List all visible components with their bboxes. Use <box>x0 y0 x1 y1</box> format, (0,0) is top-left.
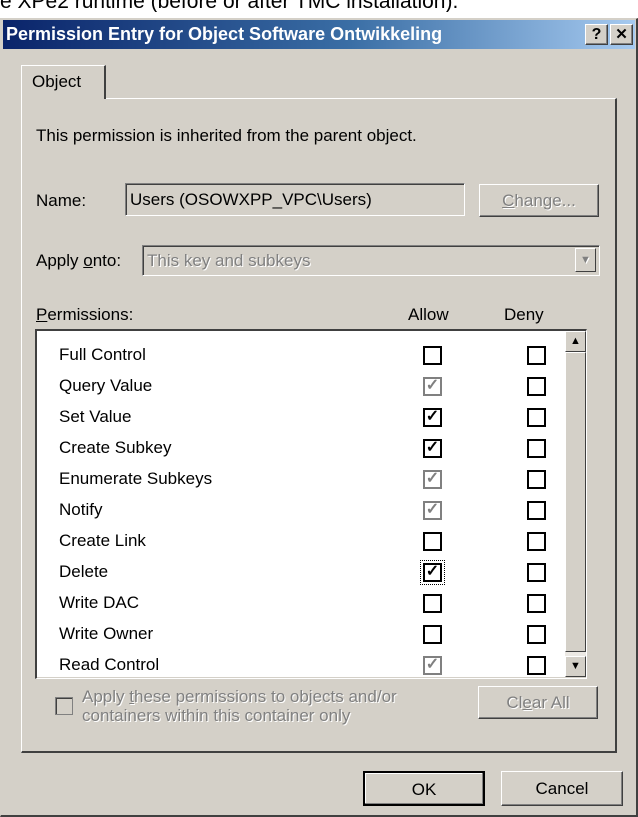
deny-checkbox[interactable] <box>527 346 546 365</box>
permission-name: Enumerate Subkeys <box>59 469 213 488</box>
apply-onto-select[interactable]: This key and subkeys ▼ <box>142 245 600 276</box>
background-document-text: e XPe2 runtime (before or after TMC inst… <box>0 0 459 12</box>
permission-name: Notify <box>59 500 103 519</box>
deny-checkbox[interactable] <box>527 532 546 551</box>
allow-checkbox[interactable] <box>423 594 442 613</box>
apply-label-post: hese permissions to objects and/or <box>133 687 397 706</box>
permission-row: Create Link <box>59 527 546 557</box>
scroll-thumb[interactable] <box>565 352 586 652</box>
permission-name: Query Value <box>59 376 153 395</box>
clear-all-mnemonic: e <box>522 693 532 712</box>
permission-row: Create Subkey ✓ <box>59 434 546 464</box>
permission-name: Delete <box>59 562 109 581</box>
permission-row: Set Value ✓ <box>59 403 546 433</box>
permission-row: Delete ✓ <box>59 558 546 588</box>
name-field: Users (OSOWXPP_VPC\Users) <box>125 183 465 216</box>
allow-checkbox[interactable] <box>423 625 442 644</box>
scroll-down-icon[interactable]: ▼ <box>565 656 586 677</box>
permissions-scrollbar[interactable]: ▲ ▼ <box>565 331 586 677</box>
clear-all-post: ar All <box>531 693 570 712</box>
name-label: Name: <box>36 191 87 210</box>
dialog-title: Permission Entry for Object Software Ont… <box>6 24 443 44</box>
allow-column-header: Allow <box>408 305 449 324</box>
inherited-info-text: This permission is inherited from the pa… <box>36 126 417 145</box>
clear-all-button[interactable]: Clear All <box>478 686 598 719</box>
deny-checkbox[interactable] <box>527 408 546 427</box>
permission-entry-dialog: Permission Entry for Object Software Ont… <box>0 18 638 817</box>
apply-onto-label-pre: Apply <box>36 251 84 270</box>
permission-name: Write Owner <box>59 624 154 643</box>
allow-checkbox[interactable] <box>423 532 442 551</box>
permission-name: Read Control <box>59 655 160 674</box>
ok-button[interactable]: OK <box>363 771 485 806</box>
permissions-list[interactable]: Full Control Query Value ✓ Set Value ✓ Create… <box>35 329 587 679</box>
apply-label-pre: Apply <box>82 687 130 706</box>
scroll-up-icon[interactable]: ▲ <box>565 331 586 352</box>
allow-checkbox[interactable]: ✓ <box>423 501 442 520</box>
allow-checkbox[interactable]: ✓ <box>423 439 442 458</box>
apply-onto-label-post: nto: <box>92 251 122 270</box>
deny-checkbox[interactable] <box>527 656 546 675</box>
permission-name: Write DAC <box>59 593 139 612</box>
permission-name: Create Link <box>59 531 146 550</box>
permissions-header-mnemonic: P <box>36 305 48 324</box>
tab-object[interactable]: Object <box>21 65 106 99</box>
permissions-header: Permissions: <box>36 305 133 325</box>
permissions-header-label: ermissions: <box>47 305 134 324</box>
apply-label-line2: containers within this container only <box>82 706 351 725</box>
deny-checkbox[interactable] <box>527 377 546 396</box>
title-bar[interactable]: Permission Entry for Object Software Ont… <box>3 20 635 49</box>
permission-row: Write DAC <box>59 589 546 619</box>
permission-row: Enumerate Subkeys ✓ <box>59 465 546 495</box>
help-button[interactable]: ? <box>585 24 608 45</box>
clear-all-pre: Cl <box>506 693 523 712</box>
permission-name: Set Value <box>59 407 132 426</box>
apply-to-children-checkbox[interactable] <box>55 697 73 715</box>
allow-checkbox[interactable]: ✓ <box>423 408 442 427</box>
allow-checkbox[interactable]: ✓ <box>423 656 442 675</box>
permission-row: Notify ✓ <box>59 496 546 526</box>
deny-checkbox[interactable] <box>527 501 546 520</box>
permission-row: Query Value ✓ <box>59 372 546 402</box>
deny-column-header: Deny <box>504 305 544 324</box>
deny-checkbox[interactable] <box>527 563 546 582</box>
apply-to-children-label: Apply these permissions to objects and/o… <box>82 687 397 725</box>
allow-checkbox[interactable] <box>423 346 442 365</box>
change-button-mnemonic: C <box>502 191 515 210</box>
cancel-button[interactable]: Cancel <box>501 771 623 806</box>
apply-onto-value: This key and subkeys <box>147 251 311 270</box>
permission-row: Read Control ✓ <box>59 651 546 681</box>
deny-checkbox[interactable] <box>527 470 546 489</box>
allow-checkbox[interactable]: ✓ <box>423 470 442 489</box>
permission-name: Full Control <box>59 345 146 364</box>
deny-checkbox[interactable] <box>527 625 546 644</box>
deny-checkbox[interactable] <box>527 439 546 458</box>
apply-onto-label: Apply onto: <box>36 251 121 271</box>
permission-row: Full Control <box>59 341 546 371</box>
apply-onto-mnemonic: o <box>83 251 93 270</box>
change-button-label: hange... <box>514 191 576 210</box>
permission-name: Create Subkey <box>59 438 172 457</box>
allow-checkbox[interactable]: ✓ <box>423 377 442 396</box>
change-button[interactable]: Change... <box>479 184 599 217</box>
deny-checkbox[interactable] <box>527 594 546 613</box>
chevron-down-icon[interactable]: ▼ <box>575 248 596 272</box>
name-value: Users (OSOWXPP_VPC\Users) <box>130 190 372 209</box>
close-button[interactable]: ✕ <box>610 24 633 45</box>
permission-row: Write Owner <box>59 620 546 650</box>
allow-checkbox[interactable]: ✓ <box>420 560 445 585</box>
